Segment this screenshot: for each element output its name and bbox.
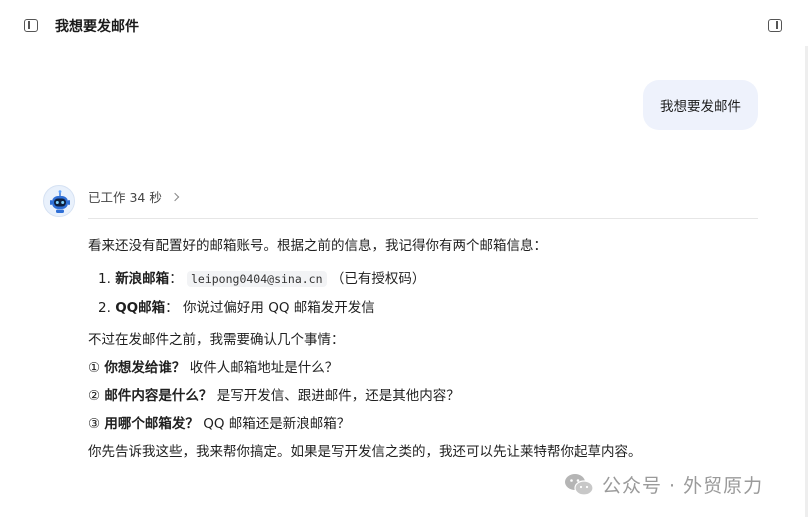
robot-avatar	[43, 185, 75, 217]
header: 我想要发邮件	[0, 0, 808, 52]
question-detail: QQ 邮箱还是新浪邮箱？	[203, 416, 351, 432]
robot-icon	[45, 187, 74, 216]
question-detail: 收件人邮箱地址是什么？	[189, 360, 339, 376]
user-message-bubble: 我想要发邮件	[643, 80, 758, 130]
sidebar-toggle-icon[interactable]	[24, 19, 38, 32]
chevron-right-icon	[170, 192, 180, 201]
question-title: 你想发给谁？	[104, 360, 186, 376]
question-item: ② 邮件内容是什么？ 是写开发信、跟进邮件，还是其他内容？	[88, 386, 460, 406]
mailbox-note: 你说过偏好用 QQ 邮箱发开发信	[182, 300, 375, 316]
panel-toggle-icon[interactable]	[768, 19, 782, 32]
mailbox-name: 新浪邮箱	[115, 271, 170, 287]
question-mark: ①	[88, 360, 101, 376]
work-status-label: 已工作 34 秒	[88, 190, 162, 205]
list-number: 1.	[98, 271, 111, 287]
confirm-intro: 不过在发邮件之前，我需要确认几个事情：	[88, 332, 345, 348]
mailbox-name: QQ邮箱	[115, 300, 166, 316]
question-mark: ③	[88, 416, 101, 432]
closing-text: 你先告诉我这些，我来帮你搞定。如果是写开发信之类的，我还可以先让莱特帮你起草内容…	[88, 444, 642, 460]
user-message-text: 我想要发邮件	[660, 99, 741, 115]
page-title: 我想要发邮件	[55, 19, 139, 35]
watermark-text: 公众号 · 外贸原力	[602, 475, 764, 497]
list-item: 1. 新浪邮箱： leipong0404@sina.cn （已有授权码）	[98, 269, 425, 289]
separator: ：	[165, 300, 179, 316]
wechat-icon	[565, 473, 594, 496]
question-mark: ②	[88, 388, 101, 404]
question-item: ③ 用哪个邮箱发？ QQ 邮箱还是新浪邮箱？	[88, 414, 350, 434]
list-item: 2. QQ邮箱： 你说过偏好用 QQ 邮箱发开发信	[98, 298, 375, 318]
question-title: 用哪个邮箱发？	[104, 416, 199, 432]
separator: ：	[169, 271, 183, 287]
question-detail: 是写开发信、跟进邮件，还是其他内容？	[216, 388, 460, 404]
question-item: ① 你想发给谁？ 收件人邮箱地址是什么？	[88, 358, 338, 378]
list-number: 2.	[98, 300, 111, 316]
question-title: 邮件内容是什么？	[104, 388, 213, 404]
watermark: 公众号 · 外贸原力	[564, 471, 763, 498]
work-status-toggle[interactable]: 已工作 34 秒	[88, 187, 180, 206]
email-code: leipong0404@sina.cn	[186, 271, 327, 287]
divider	[88, 218, 758, 219]
intro-text: 看来还没有配置好的邮箱账号。根据之前的信息，我记得你有两个邮箱信息：	[88, 238, 547, 254]
mailbox-note: （已有授权码）	[330, 271, 426, 287]
